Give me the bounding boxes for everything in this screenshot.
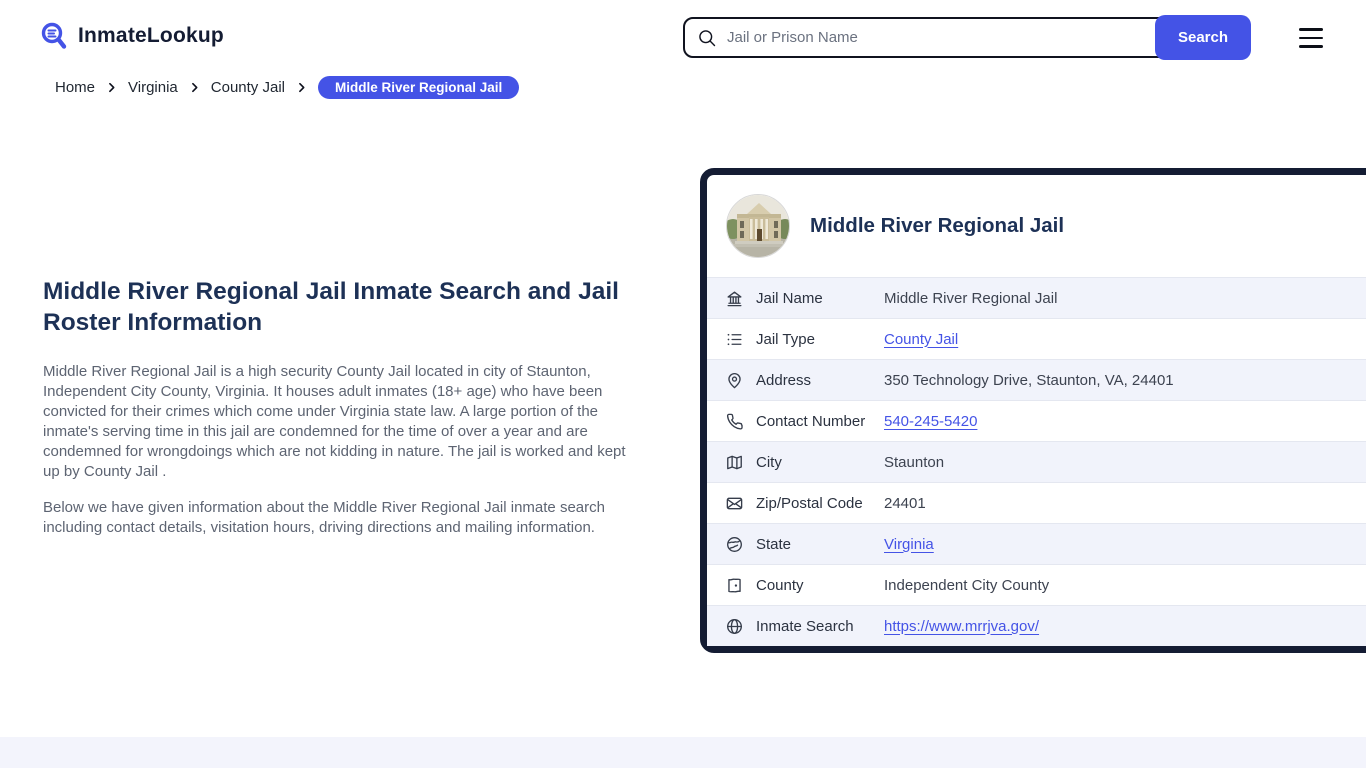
row-label: Address bbox=[756, 372, 884, 389]
jail-photo bbox=[726, 194, 790, 258]
article: Middle River Regional Jail Inmate Search… bbox=[43, 276, 641, 554]
table-row: Address 350 Technology Drive, Staunton, … bbox=[707, 359, 1366, 400]
row-label: Jail Name bbox=[756, 290, 884, 307]
table-row: Inmate Search https://www.mrrjva.gov/ bbox=[707, 605, 1366, 646]
row-label: Contact Number bbox=[756, 413, 884, 430]
row-value: 540-245-5420 bbox=[884, 413, 977, 430]
breadcrumb-county-jail[interactable]: County Jail bbox=[211, 79, 285, 96]
globe-icon bbox=[725, 535, 744, 554]
row-value: Independent City County bbox=[884, 577, 1049, 594]
table-row: State Virginia bbox=[707, 523, 1366, 564]
search-button[interactable]: Search bbox=[1155, 15, 1251, 60]
table-row: Jail Type County Jail bbox=[707, 318, 1366, 359]
table-row: County Independent City County bbox=[707, 564, 1366, 605]
table-row: Jail Name Middle River Regional Jail bbox=[707, 277, 1366, 318]
table-row: Contact Number 540-245-5420 bbox=[707, 400, 1366, 441]
row-label: Jail Type bbox=[756, 331, 884, 348]
footer-strip bbox=[0, 737, 1366, 768]
brand-logo[interactable]: InmateLookup bbox=[38, 20, 224, 52]
mail-icon bbox=[725, 494, 744, 513]
row-value-link[interactable]: 540-245-5420 bbox=[884, 413, 977, 430]
map-pin-icon bbox=[725, 371, 744, 390]
row-value: County Jail bbox=[884, 331, 958, 348]
row-label: Zip/Postal Code bbox=[756, 495, 884, 512]
row-value: Middle River Regional Jail bbox=[884, 290, 1057, 307]
article-paragraph-1: Middle River Regional Jail is a high sec… bbox=[43, 362, 641, 482]
search-input[interactable] bbox=[717, 29, 1155, 46]
row-value-link[interactable]: County Jail bbox=[884, 331, 958, 348]
web-icon bbox=[725, 617, 744, 636]
row-value: https://www.mrrjva.gov/ bbox=[884, 618, 1039, 635]
breadcrumb-current-badge: Middle River Regional Jail bbox=[318, 76, 519, 99]
row-value-link[interactable]: Virginia bbox=[884, 536, 934, 553]
jail-info-card: Middle River Regional Jail Jail Name Mid… bbox=[700, 168, 1366, 653]
jail-card-title: Middle River Regional Jail bbox=[810, 214, 1064, 238]
list-icon bbox=[725, 330, 744, 349]
chevron-right-icon bbox=[188, 81, 201, 94]
menu-icon[interactable] bbox=[1299, 28, 1323, 48]
row-label: City bbox=[756, 454, 884, 471]
breadcrumb: Home Virginia County Jail Middle River R… bbox=[55, 76, 519, 99]
row-value-link[interactable]: https://www.mrrjva.gov/ bbox=[884, 618, 1039, 635]
jail-card-header: Middle River Regional Jail bbox=[707, 175, 1366, 277]
phone-icon bbox=[725, 412, 744, 431]
table-row: Zip/Postal Code 24401 bbox=[707, 482, 1366, 523]
search-icon bbox=[697, 28, 717, 48]
bank-icon bbox=[725, 289, 744, 308]
map-icon bbox=[725, 453, 744, 472]
jail-info-table: Jail Name Middle River Regional Jail Jai… bbox=[707, 277, 1366, 646]
page-title: Middle River Regional Jail Inmate Search… bbox=[43, 276, 641, 338]
row-value: 350 Technology Drive, Staunton, VA, 2440… bbox=[884, 372, 1174, 389]
row-value: Virginia bbox=[884, 536, 934, 553]
breadcrumb-virginia[interactable]: Virginia bbox=[128, 79, 178, 96]
row-label: County bbox=[756, 577, 884, 594]
chevron-right-icon bbox=[295, 81, 308, 94]
brand-logo-icon bbox=[38, 20, 70, 52]
row-value: Staunton bbox=[884, 454, 944, 471]
breadcrumb-home[interactable]: Home bbox=[55, 79, 95, 96]
row-label: State bbox=[756, 536, 884, 553]
row-value: 24401 bbox=[884, 495, 926, 512]
county-map-icon bbox=[725, 576, 744, 595]
brand-name: InmateLookup bbox=[78, 24, 224, 48]
chevron-right-icon bbox=[105, 81, 118, 94]
table-row: City Staunton bbox=[707, 441, 1366, 482]
jail-search-form: Search bbox=[683, 17, 1251, 58]
row-label: Inmate Search bbox=[756, 618, 884, 635]
article-paragraph-2: Below we have given information about th… bbox=[43, 498, 641, 538]
